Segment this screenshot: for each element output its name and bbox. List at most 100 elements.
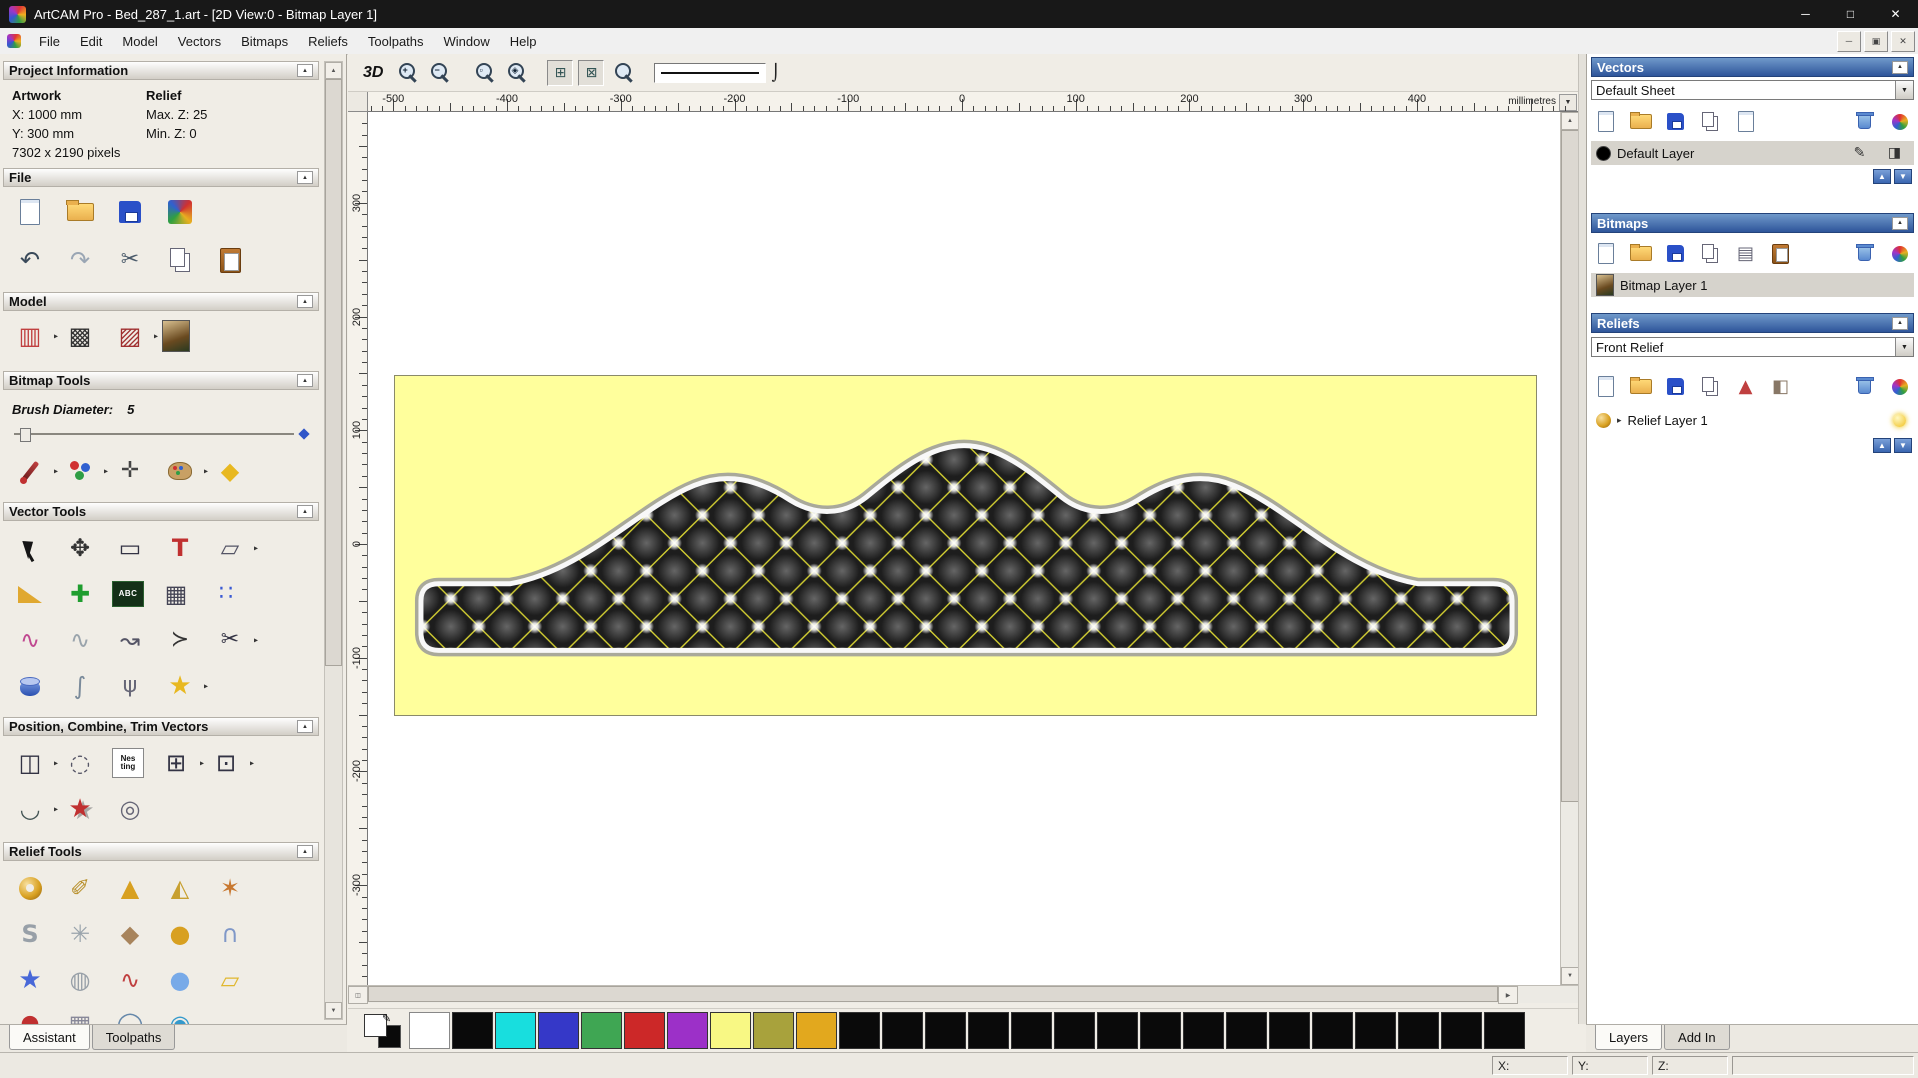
wave-relief-icon[interactable]: ∿ xyxy=(112,962,148,998)
nesting-icon[interactable]: Nes ting xyxy=(112,748,144,778)
model-lighting-icon[interactable]: ▩ xyxy=(62,318,98,354)
collapse-model-button[interactable]: ▲ xyxy=(297,295,313,308)
line-width-handle[interactable]: ⌡ xyxy=(771,63,779,82)
canvas-vertical-scrollbar[interactable]: ▲ ▼ xyxy=(1560,112,1579,985)
copy-icon[interactable] xyxy=(162,242,198,278)
colour-black-extra[interactable] xyxy=(925,1012,966,1049)
maximize-button[interactable]: □ xyxy=(1828,0,1873,28)
new-model-icon[interactable] xyxy=(12,194,48,230)
menu-item-toolpaths[interactable]: Toolpaths xyxy=(358,31,434,52)
relief-3d-icon[interactable]: ▲ xyxy=(1732,373,1759,400)
open-model-icon[interactable] xyxy=(62,194,98,230)
star-tool-icon[interactable]: ★ ▸ xyxy=(162,668,208,704)
paint-brush-icon[interactable]: ▸ xyxy=(12,453,58,489)
scrollbar-thumb[interactable] xyxy=(325,79,342,666)
new-relief-icon[interactable] xyxy=(1592,373,1619,400)
flood-fill-icon[interactable]: ▸ xyxy=(62,453,108,489)
canvas-horizontal-scrollbar[interactable]: ◫ ▶ xyxy=(348,985,1578,1004)
colour-gold[interactable] xyxy=(796,1012,837,1049)
glow-relief-icon[interactable]: ● xyxy=(162,962,198,998)
slider-thumb[interactable] xyxy=(20,428,31,442)
colour-black-extra[interactable] xyxy=(1398,1012,1439,1049)
relief-layer-row[interactable]: ▸ Relief Layer 1 xyxy=(1591,408,1914,432)
expand-relief-layer-icon[interactable]: ▸ xyxy=(1617,415,1622,426)
tab-layers[interactable]: Layers xyxy=(1595,1025,1663,1050)
offset-vectors-icon[interactable] xyxy=(12,576,48,612)
child-close-button[interactable]: ✕ xyxy=(1891,30,1915,52)
collapse-relief-tools-button[interactable]: ▲ xyxy=(297,845,313,858)
save-relief-icon[interactable] xyxy=(1662,373,1689,400)
layer-colour-swatch[interactable] xyxy=(1596,145,1611,161)
redo-icon[interactable]: ↷ xyxy=(62,242,98,278)
colour-cyan[interactable] xyxy=(495,1012,536,1049)
open-relief-icon[interactable] xyxy=(1627,373,1654,400)
zoom-previous-icon[interactable] xyxy=(609,59,636,86)
relief-spin-icon[interactable]: ✶ xyxy=(212,870,248,906)
open-vectors-icon[interactable] xyxy=(1627,108,1654,135)
mesh-relief-icon[interactable]: ▦ xyxy=(62,1006,98,1024)
menu-item-edit[interactable]: Edit xyxy=(70,31,112,52)
paint-bucket-icon[interactable]: ◆ xyxy=(212,453,248,489)
scrollbar-thumb[interactable] xyxy=(1561,130,1579,802)
collapse-vector-tools-button[interactable]: ▲ xyxy=(297,505,313,518)
join-vectors-icon[interactable]: ◡ ▸ xyxy=(12,791,58,827)
zoom-box-icon[interactable]: ▫ xyxy=(470,59,497,86)
undo-icon[interactable]: ↶ xyxy=(12,242,48,278)
smooth-curve-icon[interactable]: ∿ xyxy=(62,622,98,658)
colour-black-extra[interactable] xyxy=(882,1012,923,1049)
colour-black-extra[interactable] xyxy=(1355,1012,1396,1049)
vector-layer-row[interactable]: Default Layer ✎ ◨ xyxy=(1591,141,1914,165)
curve-editor-icon[interactable]: ∫ xyxy=(62,668,98,704)
headboard-artwork[interactable] xyxy=(395,376,1536,715)
scroll-down-button[interactable]: ▼ xyxy=(1561,967,1579,985)
menu-item-bitmaps[interactable]: Bitmaps xyxy=(231,31,298,52)
menu-item-help[interactable]: Help xyxy=(500,31,547,52)
cut-icon[interactable]: ✂ xyxy=(112,242,148,278)
colour-yellow[interactable] xyxy=(710,1012,751,1049)
colour-green[interactable] xyxy=(581,1012,622,1049)
new-sheet-icon[interactable] xyxy=(1592,108,1619,135)
save-model-icon[interactable] xyxy=(112,194,148,230)
delete-relief-layer-icon[interactable] xyxy=(1851,373,1878,400)
save-vectors-icon[interactable] xyxy=(1662,108,1689,135)
bitmap-layer-options-icon[interactable] xyxy=(1886,240,1913,267)
document-system-icon[interactable] xyxy=(7,34,21,48)
colour-black-extra[interactable] xyxy=(1441,1012,1482,1049)
new-bitmap-icon[interactable] xyxy=(1592,240,1619,267)
colour-magenta[interactable] xyxy=(667,1012,708,1049)
relief-wrap-icon[interactable]: ◧ xyxy=(1767,373,1794,400)
delete-bitmap-layer-icon[interactable] xyxy=(1851,240,1878,267)
import-relief-icon[interactable] xyxy=(1697,373,1724,400)
close-button[interactable]: ✕ xyxy=(1873,0,1918,28)
ruler-units-dropdown-button[interactable]: ▼ xyxy=(1559,94,1577,111)
shape-editor-icon[interactable] xyxy=(12,870,48,906)
node-editor-icon[interactable]: ψ xyxy=(112,668,148,704)
scroll-up-button[interactable]: ▲ xyxy=(1561,112,1579,130)
add-vector-icon[interactable]: ✚ xyxy=(62,576,98,612)
colour-black-extra[interactable] xyxy=(1140,1012,1181,1049)
circular-array-icon[interactable]: ◌ xyxy=(62,745,98,781)
select-vectors-icon[interactable] xyxy=(12,530,48,566)
colour-black-extra[interactable] xyxy=(968,1012,1009,1049)
import-bitmap-icon[interactable] xyxy=(1697,240,1724,267)
paste-vectors-icon[interactable] xyxy=(1732,108,1759,135)
colour-palette-icon[interactable]: ▸ xyxy=(162,453,208,489)
minimize-button[interactable]: ─ xyxy=(1783,0,1828,28)
vector-layer-options-icon[interactable] xyxy=(1886,108,1913,135)
set-model-size-icon[interactable]: ▥ ▸ xyxy=(12,318,58,354)
colour-black-extra[interactable] xyxy=(1011,1012,1052,1049)
relief-visibility-bulb-icon[interactable] xyxy=(1889,410,1909,430)
bitmap-layer-row[interactable]: Bitmap Layer 1 xyxy=(1591,273,1914,297)
collapse-bitmap-tools-button[interactable]: ▲ xyxy=(297,374,313,387)
zoom-out-icon[interactable]: − xyxy=(425,59,452,86)
sphere-relief-icon[interactable]: ◯ xyxy=(112,1006,148,1024)
collapse-file-button[interactable]: ▲ xyxy=(297,171,313,184)
transform-vectors-icon[interactable]: ✥ xyxy=(62,530,98,566)
stamp-vectors-icon[interactable]: ★ xyxy=(62,791,98,827)
weave-relief-icon[interactable]: ✳ xyxy=(62,916,98,952)
colour-blue[interactable] xyxy=(538,1012,579,1049)
zoom-in-icon[interactable]: + xyxy=(393,59,420,86)
smudge-tool-icon[interactable]: ◆ xyxy=(112,916,148,952)
import-export-icon[interactable] xyxy=(162,194,198,230)
collapse-reliefs-button[interactable]: ▲ xyxy=(1892,316,1908,330)
